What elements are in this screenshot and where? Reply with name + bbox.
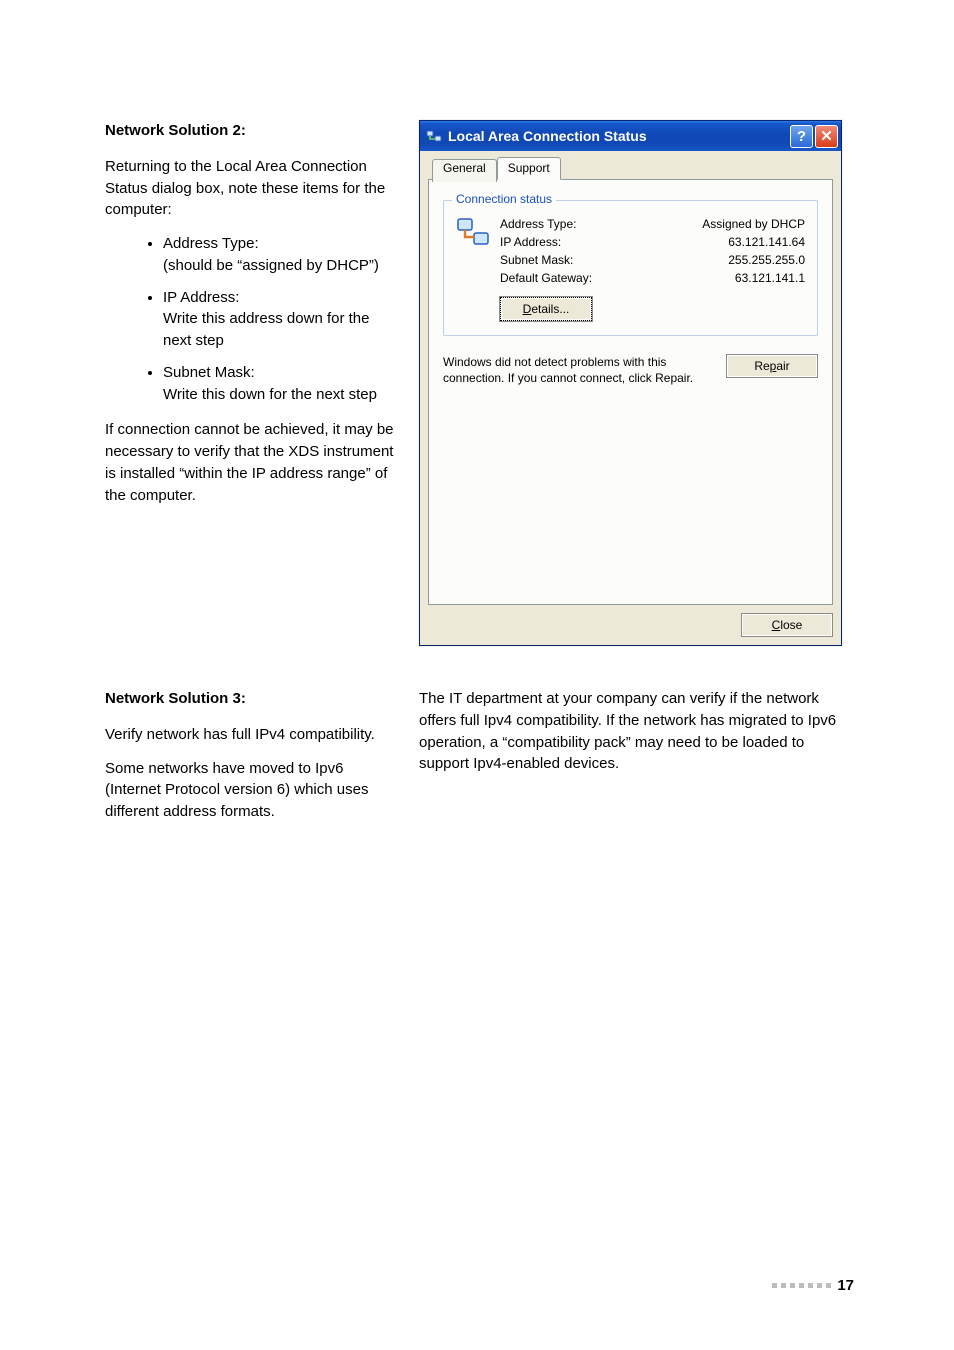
bullet-title: IP Address: (163, 287, 395, 309)
bullet-ip-address: IP Address: Write this address down for … (163, 287, 395, 352)
bullet-subnet-mask: Subnet Mask: Write this down for the nex… (163, 362, 395, 406)
label: IP Address: (500, 235, 561, 249)
section3-p1: Verify network has full IPv4 compatibili… (105, 724, 395, 746)
section3-p2: Some networks have moved to Ipv6 (Intern… (105, 758, 395, 823)
bullet-address-type: Address Type: (should be “assigned by DH… (163, 233, 395, 277)
help-button[interactable]: ? (790, 125, 813, 148)
row-ip-address: IP Address: 63.121.141.64 (500, 235, 805, 249)
bullet-title: Address Type: (163, 233, 395, 255)
repair-post: air (776, 359, 789, 373)
page-footer: 17 (772, 1277, 854, 1294)
footer-dots-icon (772, 1283, 831, 1288)
section3-right: The IT department at your company can ve… (419, 688, 854, 775)
close-button[interactable]: Close (741, 613, 833, 637)
repair-description: Windows did not detect problems with thi… (443, 354, 714, 386)
label: Subnet Mask: (500, 253, 573, 267)
close-accel: C (772, 618, 781, 632)
row-default-gateway: Default Gateway: 63.121.141.1 (500, 271, 805, 285)
bullet-sub: Write this down for the next step (163, 384, 395, 406)
tab-support[interactable]: Support (497, 157, 561, 180)
value: 63.121.141.1 (735, 271, 805, 285)
network-icon (426, 128, 442, 144)
section2-heading: Network Solution 2: (105, 120, 395, 142)
value: Assigned by DHCP (702, 217, 805, 231)
details-rest: etails... (531, 302, 569, 316)
value: 63.121.141.64 (728, 235, 805, 249)
close-rest: lose (780, 618, 802, 632)
section3-heading: Network Solution 3: (105, 688, 395, 710)
label: Default Gateway: (500, 271, 592, 285)
group-legend: Connection status (452, 192, 556, 206)
repair-accel: p (770, 359, 777, 373)
value: 255.255.255.0 (728, 253, 805, 267)
repair-button[interactable]: Repair (726, 354, 818, 378)
tab-general[interactable]: General (432, 159, 497, 182)
repair-pre: Re (754, 359, 769, 373)
dialog-titlebar[interactable]: Local Area Connection Status ? ✕ (420, 121, 841, 151)
row-address-type: Address Type: Assigned by DHCP (500, 217, 805, 231)
label: Address Type: (500, 217, 577, 231)
row-subnet-mask: Subnet Mask: 255.255.255.0 (500, 253, 805, 267)
bullet-sub: (should be “assigned by DHCP”) (163, 255, 395, 277)
close-window-button[interactable]: ✕ (815, 125, 838, 148)
connection-status-dialog: Local Area Connection Status ? ✕ General… (419, 120, 842, 646)
bullet-title: Subnet Mask: (163, 362, 395, 384)
bullet-sub: Write this address down for the next ste… (163, 308, 395, 352)
connection-status-group: Connection status (443, 200, 818, 336)
page-number: 17 (837, 1277, 854, 1294)
section2-intro: Returning to the Local Area Connection S… (105, 156, 395, 221)
details-accel: D (523, 302, 532, 316)
dialog-title: Local Area Connection Status (448, 128, 788, 144)
section2-outro: If connection cannot be achieved, it may… (105, 419, 395, 506)
details-button[interactable]: Details... (500, 297, 592, 321)
connection-icon (456, 215, 490, 249)
